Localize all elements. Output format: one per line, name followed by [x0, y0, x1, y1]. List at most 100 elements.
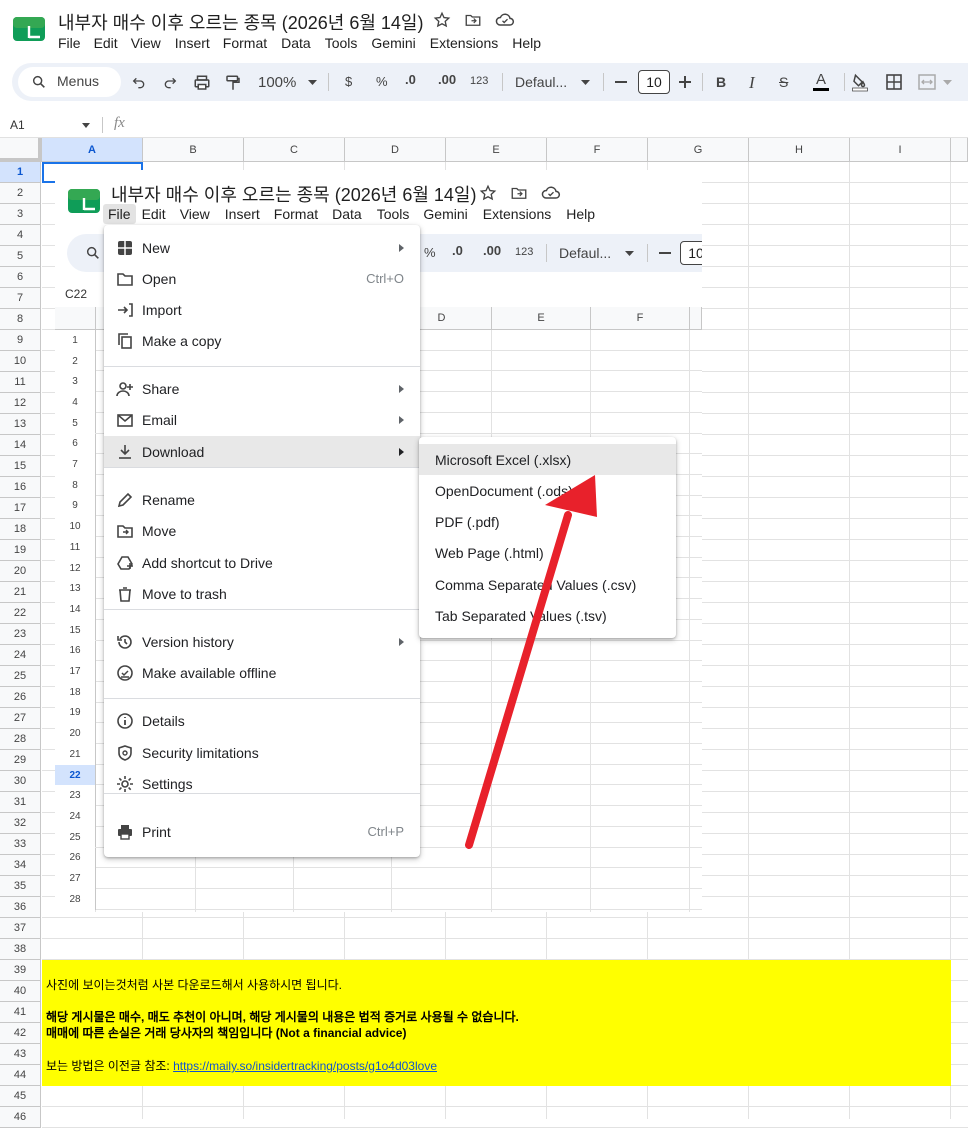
paint-format-icon[interactable] — [224, 74, 242, 92]
row-header[interactable]: 6 — [0, 267, 41, 288]
menu-help[interactable]: Help — [512, 35, 541, 51]
row-header[interactable]: 38 — [0, 939, 41, 960]
menu-edit[interactable]: Edit — [94, 35, 118, 51]
star-icon[interactable] — [433, 11, 451, 29]
italic-button[interactable]: I — [749, 73, 755, 93]
font-size-decrease-icon[interactable] — [615, 81, 627, 83]
file-menu-item-new[interactable]: New — [104, 232, 420, 263]
row-header[interactable]: 31 — [0, 792, 41, 813]
row-header[interactable]: 16 — [0, 477, 41, 498]
row-header[interactable]: 12 — [0, 393, 41, 414]
row-header[interactable]: 11 — [0, 372, 41, 393]
row-header[interactable]: 19 — [0, 540, 41, 561]
menu-file[interactable]: File — [58, 35, 81, 51]
menu-insert[interactable]: Insert — [175, 35, 210, 51]
file-menu-item-make-available-offline[interactable]: Make available offline — [104, 657, 420, 688]
undo-icon[interactable] — [131, 75, 147, 91]
row-header[interactable]: 30 — [0, 771, 41, 792]
menu-view[interactable]: View — [131, 35, 161, 51]
column-header[interactable]: C — [244, 138, 345, 162]
menu-gemini[interactable]: Gemini — [371, 35, 415, 51]
row-header[interactable]: 28 — [0, 729, 41, 750]
decrease-decimal-button[interactable]: .0 — [405, 72, 416, 87]
row-header[interactable]: 9 — [0, 330, 41, 351]
currency-button[interactable]: $ — [345, 74, 352, 89]
row-header[interactable]: 14 — [0, 435, 41, 456]
number-format-button[interactable]: 123 — [470, 75, 488, 87]
row-header[interactable]: 25 — [0, 666, 41, 687]
row-header[interactable]: 37 — [0, 918, 41, 939]
sheets-logo-icon[interactable] — [12, 16, 46, 42]
row-header[interactable]: 41 — [0, 1002, 41, 1023]
row-header[interactable]: 7 — [0, 288, 41, 309]
row-header[interactable]: 45 — [0, 1086, 41, 1107]
file-menu-item-make-a-copy[interactable]: Make a copy — [104, 325, 420, 356]
file-menu-item-move-to-trash[interactable]: Move to trash — [104, 578, 420, 609]
strikethrough-button[interactable]: S — [779, 74, 788, 90]
row-header[interactable]: 43 — [0, 1044, 41, 1065]
row-header[interactable]: 8 — [0, 309, 41, 330]
file-menu-item-details[interactable]: Details — [104, 705, 420, 736]
row-header[interactable]: 18 — [0, 519, 41, 540]
row-header[interactable]: 29 — [0, 750, 41, 771]
column-header[interactable]: F — [547, 138, 648, 162]
column-header[interactable]: G — [648, 138, 749, 162]
file-menu-item-download[interactable]: Download — [104, 436, 420, 467]
file-menu-item-security-limitations[interactable]: Security limitations — [104, 737, 420, 768]
menu-data[interactable]: Data — [281, 35, 311, 51]
file-menu-item-rename[interactable]: Rename — [104, 484, 420, 515]
column-header[interactable]: I — [850, 138, 951, 162]
menus-search[interactable]: Menus — [18, 67, 121, 97]
row-header[interactable]: 32 — [0, 813, 41, 834]
row-header[interactable]: 46 — [0, 1107, 41, 1128]
borders-icon[interactable] — [886, 74, 902, 90]
column-header[interactable]: A — [42, 138, 143, 162]
row-header[interactable]: 24 — [0, 645, 41, 666]
chevron-down-icon[interactable] — [308, 80, 317, 85]
menu-extensions[interactable]: Extensions — [430, 35, 498, 51]
text-color-button[interactable]: A — [813, 71, 830, 91]
chevron-down-icon[interactable] — [943, 80, 952, 85]
chevron-down-icon[interactable] — [82, 123, 90, 128]
row-header[interactable]: 1 — [0, 162, 41, 183]
select-all-corner[interactable] — [0, 138, 42, 162]
file-menu-item-share[interactable]: Share — [104, 373, 420, 404]
row-header[interactable]: 40 — [0, 981, 41, 1002]
increase-decimal-button[interactable]: .00 — [438, 72, 456, 87]
row-header[interactable]: 27 — [0, 708, 41, 729]
row-header[interactable]: 21 — [0, 582, 41, 603]
font-size-input[interactable]: 10 — [638, 70, 670, 94]
zoom-select[interactable]: 100% — [258, 74, 296, 91]
menu-tools[interactable]: Tools — [325, 35, 358, 51]
row-header[interactable]: 2 — [0, 183, 41, 204]
move-folder-icon[interactable] — [464, 11, 482, 29]
print-icon[interactable] — [193, 74, 211, 92]
file-menu-item-import[interactable]: Import — [104, 294, 420, 325]
column-header[interactable]: H — [749, 138, 850, 162]
notice-link[interactable]: https://maily.so/insidertracking/posts/g… — [173, 1059, 437, 1073]
row-header[interactable]: 26 — [0, 687, 41, 708]
row-header[interactable]: 36 — [0, 897, 41, 918]
file-menu-item-print[interactable]: Print Ctrl+P — [104, 816, 420, 847]
row-header[interactable]: 22 — [0, 603, 41, 624]
chevron-down-icon[interactable] — [581, 80, 590, 85]
cloud-status-icon[interactable] — [495, 11, 515, 29]
row-header[interactable]: 42 — [0, 1023, 41, 1044]
redo-icon[interactable] — [162, 75, 178, 91]
font-size-increase-icon[interactable] — [679, 76, 691, 88]
merge-cells-icon[interactable] — [918, 74, 936, 90]
fill-color-icon[interactable] — [851, 72, 869, 92]
row-header[interactable]: 15 — [0, 456, 41, 477]
row-header[interactable]: 3 — [0, 204, 41, 225]
percent-button[interactable]: % — [376, 74, 388, 89]
menu-format[interactable]: Format — [223, 35, 267, 51]
file-menu-item-move[interactable]: Move — [104, 515, 420, 546]
row-header[interactable]: 10 — [0, 351, 41, 372]
file-menu-item-open[interactable]: Open Ctrl+O — [104, 263, 420, 294]
name-box[interactable]: A1 — [10, 118, 25, 132]
row-header[interactable]: 17 — [0, 498, 41, 519]
row-header[interactable]: 39 — [0, 960, 41, 981]
file-menu-item-email[interactable]: Email — [104, 404, 420, 435]
row-header[interactable]: 23 — [0, 624, 41, 645]
column-header[interactable]: B — [143, 138, 244, 162]
